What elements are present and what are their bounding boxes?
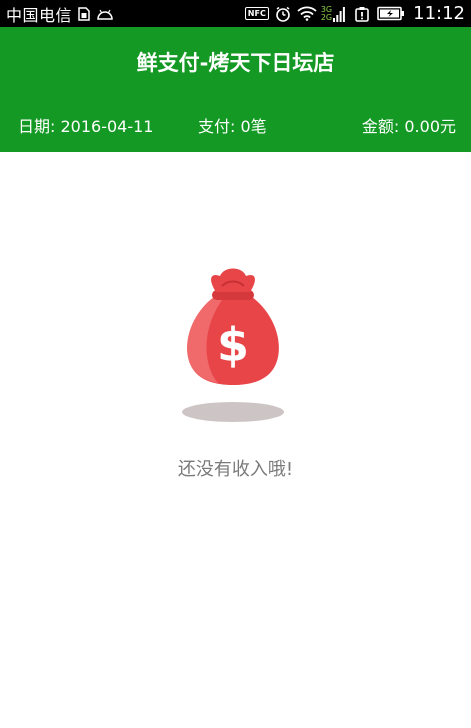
summary-row: 日期: 2016-04-11 支付: 0笔 金额: 0.00元 bbox=[0, 113, 471, 139]
status-right: NFC 3G 2G 11:12 bbox=[239, 3, 465, 24]
sim-card-icon bbox=[78, 6, 90, 21]
currency-symbol: $ bbox=[217, 318, 249, 372]
signal-icon bbox=[333, 6, 346, 22]
empty-message: 还没有收入哦! bbox=[177, 459, 294, 480]
network-type-label: 3G 2G bbox=[320, 5, 333, 22]
money-bag-icon: $ bbox=[174, 262, 294, 432]
nfc-icon: NFC bbox=[244, 7, 269, 20]
android-icon bbox=[96, 8, 114, 20]
summary-payment-count: 支付: 0笔 bbox=[198, 117, 267, 136]
status-clock: 11:12 bbox=[413, 3, 465, 24]
alarm-icon bbox=[275, 6, 291, 22]
empty-state: $ 还没有收入哦! bbox=[0, 262, 471, 492]
summary-date[interactable]: 日期: 2016-04-11 bbox=[18, 113, 153, 137]
status-bar: 中国电信 NFC 3G 2G 11:12 bbox=[0, 0, 471, 27]
battery-charging-icon bbox=[377, 6, 405, 21]
page-title: 鲜支付-烤天下日坛店 bbox=[136, 51, 335, 75]
summary-amount: 金额: 0.00元 bbox=[361, 117, 456, 136]
network-type-bottom: 2G bbox=[320, 12, 333, 22]
app-header: 鲜支付-烤天下日坛店 日期: 2016-04-11 支付: 0笔 金额: 0.0… bbox=[0, 27, 471, 152]
carrier-name: 中国电信 bbox=[6, 5, 73, 25]
notification-icon bbox=[355, 6, 369, 22]
status-left: 中国电信 bbox=[6, 2, 114, 26]
wifi-icon bbox=[297, 6, 317, 21]
